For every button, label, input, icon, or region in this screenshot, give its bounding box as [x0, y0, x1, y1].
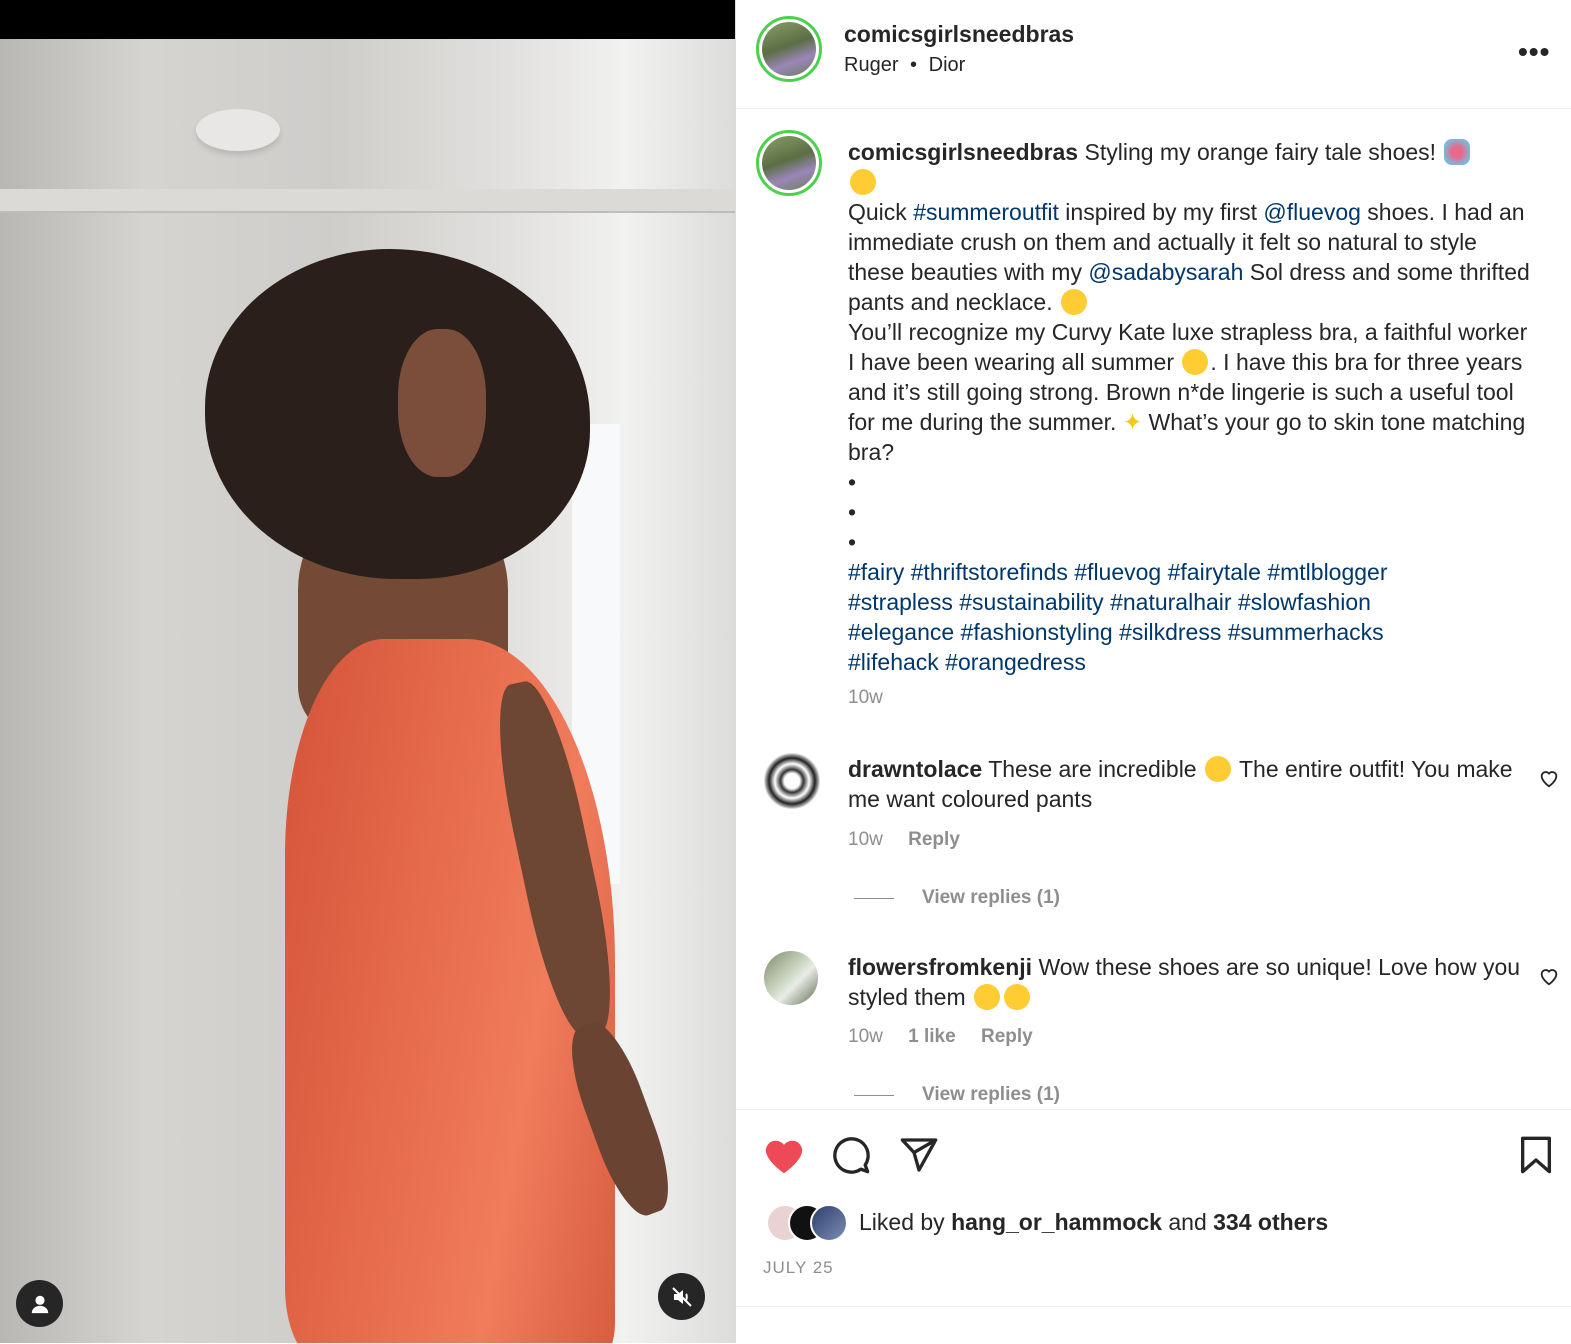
comment-time[interactable]: 10w	[848, 829, 883, 850]
media-top-bar	[0, 0, 735, 39]
smiling-hearts-emoji-icon	[1060, 289, 1087, 315]
author-avatar-image	[762, 22, 816, 76]
commenter-avatar[interactable]	[764, 951, 818, 1005]
laughing-emoji-icon	[1182, 349, 1209, 375]
figure-face	[398, 329, 486, 477]
caption-username[interactable]: comicsgirlsneedbras	[848, 139, 1078, 165]
author-username[interactable]: comicsgirlsneedbras	[844, 21, 1074, 48]
location-separator: •	[910, 54, 918, 76]
commenter-username[interactable]: drawntolace	[848, 756, 982, 782]
hashtags-line[interactable]: #strapless #sustainability #naturalhair …	[848, 589, 1371, 615]
post-caption: comicsgirlsneedbras Styling my orange fa…	[848, 137, 1538, 677]
mute-button[interactable]	[658, 1273, 705, 1320]
caption-line-1: Styling my orange fairy tale shoes!	[1084, 139, 1437, 165]
post-photo	[0, 39, 735, 1343]
shower-rail	[0, 189, 735, 213]
view-replies-label[interactable]: View replies (1)	[922, 887, 1060, 909]
comment-body: These are incredible	[988, 756, 1203, 782]
caption-dot: •	[848, 499, 857, 525]
reply-button[interactable]: Reply	[908, 829, 960, 850]
author-avatar[interactable]	[756, 16, 822, 82]
liker-username[interactable]: hang_or_hammock	[951, 1209, 1162, 1235]
more-icon[interactable]: •••	[1518, 36, 1550, 68]
post-actions: Liked by hang_or_hammock and 334 others …	[736, 1109, 1571, 1344]
hashtag-link[interactable]: #summeroutfit	[913, 199, 1059, 225]
reply-button[interactable]: Reply	[981, 1026, 1033, 1047]
commenter-avatar[interactable]	[764, 753, 820, 809]
view-replies-button[interactable]: View replies (1)	[854, 887, 1060, 909]
comments-scroll-area[interactable]: comicsgirlsneedbras Styling my orange fa…	[736, 109, 1571, 1109]
liker-avatars[interactable]	[766, 1204, 856, 1242]
likes-count[interactable]: 334 others	[1213, 1209, 1328, 1235]
comment-meta: 10w Reply	[848, 829, 980, 851]
mention-link[interactable]: @fluevog	[1263, 199, 1361, 225]
comment-like-heart-icon[interactable]	[1538, 965, 1560, 987]
view-replies-button[interactable]: View replies (1)	[854, 1084, 1060, 1106]
caption-avatar-image	[762, 136, 816, 190]
heart-eyes-emoji-icon	[974, 984, 1000, 1010]
comment-text: flowersfromkenji Wow these shoes are so …	[848, 952, 1528, 1012]
view-replies-label[interactable]: View replies (1)	[922, 1084, 1060, 1106]
location-part-1[interactable]: Ruger	[844, 54, 898, 76]
liker-avatar	[810, 1204, 848, 1242]
post-header: comicsgirlsneedbras Ruger • Dior •••	[736, 0, 1571, 109]
sparkles-emoji-icon: ✦	[1122, 409, 1143, 435]
view-replies-line	[854, 1094, 894, 1096]
mute-icon	[671, 1286, 692, 1307]
comment-like-heart-icon[interactable]	[1538, 767, 1560, 789]
comment-icon[interactable]	[831, 1135, 871, 1175]
liked-by-prefix: Liked by	[859, 1209, 952, 1235]
commenter-username[interactable]: flowersfromkenji	[848, 954, 1032, 980]
caption-avatar[interactable]	[756, 130, 822, 196]
liked-by-text: Liked by hang_or_hammock and 334 others	[859, 1209, 1328, 1236]
ceiling-light	[196, 109, 280, 151]
caption-text: inspired by my first	[1058, 199, 1264, 225]
smiling-hearts-emoji-icon	[850, 169, 876, 195]
mention-link[interactable]: @sadabysarah	[1088, 259, 1243, 285]
comment-text: drawntolace These are incredible The ent…	[848, 754, 1528, 814]
heart-icon[interactable]	[762, 1135, 806, 1175]
fairy-emoji-icon	[1444, 139, 1471, 165]
caption-dot: •	[848, 529, 857, 555]
divider	[736, 1306, 1571, 1307]
comment-meta: 10w 1 like Reply	[848, 1026, 1053, 1048]
user-icon	[31, 1295, 48, 1313]
caption-time[interactable]: 10w	[848, 687, 883, 709]
post-date[interactable]: JULY 25	[763, 1258, 834, 1278]
heart-eyes-emoji-icon	[1004, 984, 1030, 1010]
bookmark-icon[interactable]	[1518, 1135, 1554, 1175]
location-part-2[interactable]: Dior	[929, 54, 966, 76]
caption-dot: •	[848, 469, 857, 495]
comment-time[interactable]: 10w	[848, 1026, 883, 1047]
heart-eyes-emoji-icon	[1205, 756, 1231, 782]
post-details-panel: comicsgirlsneedbras Ruger • Dior ••• com…	[735, 0, 1571, 1343]
comment-likes[interactable]: 1 like	[908, 1026, 956, 1047]
view-replies-line	[854, 897, 894, 899]
share-icon[interactable]	[899, 1135, 939, 1175]
tagged-users-button[interactable]	[16, 1280, 63, 1327]
liked-by-middle: and	[1161, 1209, 1214, 1235]
caption-text: Quick	[848, 199, 914, 225]
post-media[interactable]	[0, 0, 735, 1343]
hashtags-line[interactable]: #elegance #fashionstyling #silkdress #su…	[848, 619, 1384, 645]
hashtags-line[interactable]: #fairy #thriftstorefinds #fluevog #fairy…	[848, 559, 1388, 585]
post-location[interactable]: Ruger • Dior	[844, 54, 965, 77]
hashtags-line[interactable]: #lifehack #orangedress	[848, 649, 1086, 675]
